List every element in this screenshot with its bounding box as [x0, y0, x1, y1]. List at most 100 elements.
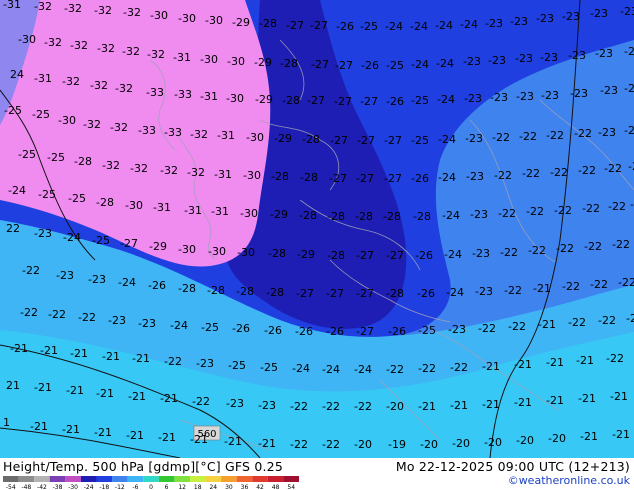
temperature-label: -28: [96, 196, 114, 209]
temperature-label: -23: [510, 15, 528, 28]
temperature-label: -22: [522, 167, 540, 180]
scale-swatch: [236, 476, 253, 482]
temperature-label: -28: [74, 155, 92, 168]
temperature-label: -23: [485, 17, 503, 30]
temperature-label: -30: [237, 246, 255, 259]
temperature-label: -23: [196, 357, 214, 370]
temperature-label: -22: [608, 200, 626, 213]
temperature-label: -22: [290, 438, 308, 451]
temperature-label: -30: [208, 245, 226, 258]
temperature-label: -25: [228, 359, 246, 372]
scale-tick-label: -38: [53, 484, 63, 490]
temperature-label: -26: [386, 95, 404, 108]
temperature-label: -25: [386, 59, 404, 72]
temperature-label: -22: [478, 322, 496, 335]
temperature-label: -30: [243, 169, 261, 182]
temperature-label: -22: [574, 127, 592, 140]
scale-tick-label: -6: [132, 484, 138, 490]
temperature-label: -23: [472, 247, 490, 260]
temperature-label: -22: [164, 355, 182, 368]
temperature-label: -23: [34, 227, 52, 240]
temperature-label: -22: [626, 312, 634, 325]
temperature-label: -22: [192, 395, 210, 408]
temperature-label: -32: [147, 48, 165, 61]
temperature-label: -28: [383, 210, 401, 223]
temperature-label: -27: [326, 287, 344, 300]
temperature-label: -21: [62, 423, 80, 436]
temperature-label: -23: [488, 54, 506, 67]
temperature-label: -24: [411, 58, 429, 71]
credit-link[interactable]: ©weatheronline.co.uk: [508, 474, 630, 487]
temperature-label: -32: [187, 166, 205, 179]
scale-swatch: [127, 476, 144, 482]
temperature-label: -23: [464, 92, 482, 105]
scale-swatch: [205, 476, 222, 482]
temperature-label: -32: [130, 162, 148, 175]
footer-bar: Height/Temp. 500 hPa [gdmp][°C] GFS 0.25…: [0, 458, 634, 490]
temperature-label: -21: [158, 431, 176, 444]
temperature-label: -20: [420, 438, 438, 451]
temperature-label: 1: [3, 416, 10, 429]
temperature-label: -31: [214, 168, 232, 181]
temperature-label: -21: [132, 352, 150, 365]
temperature-label: -31: [184, 204, 202, 217]
temperature-label: -22: [628, 160, 634, 173]
temperature-label: -33: [146, 86, 164, 99]
temperature-label: -22: [494, 169, 512, 182]
temperature-label: -28: [327, 249, 345, 262]
temperature-label: -22: [418, 362, 436, 375]
temperature-label: -21: [538, 318, 556, 331]
temperature-label: -23: [448, 323, 466, 336]
temperature-label: -28: [413, 210, 431, 223]
temperature-label: -30: [240, 207, 258, 220]
temperature-label: -24: [410, 20, 428, 33]
temperature-label: -28: [386, 287, 404, 300]
temperature-label: -22: [618, 276, 634, 289]
temperature-label: -20: [516, 434, 534, 447]
scale-swatch: [3, 476, 19, 482]
temperature-label: -23: [541, 89, 559, 102]
temperature-label: -24: [437, 93, 455, 106]
temperature-label: -27: [356, 249, 374, 262]
temperature-label: -21: [96, 387, 114, 400]
temperature-label: -32: [83, 118, 101, 131]
temperature-label: -23: [568, 49, 586, 62]
temperature-label: -23: [475, 285, 493, 298]
temperature-label: -22: [584, 240, 602, 253]
temperature-label: -26: [326, 325, 344, 338]
temperature-label: -27: [356, 287, 374, 300]
temperature-label: -20: [484, 436, 502, 449]
temperature-label: -22: [322, 400, 340, 413]
temperature-label: -22: [492, 131, 510, 144]
temperature-label: -32: [70, 39, 88, 52]
temperature-label: -26: [411, 172, 429, 185]
temperature-label: -27: [329, 172, 347, 185]
temperature-label: -32: [102, 159, 120, 172]
scale-tick-label: -24: [84, 484, 94, 490]
temperature-label: -24: [446, 286, 464, 299]
temperature-label: -29: [255, 93, 273, 106]
temperature-label: -24: [438, 133, 456, 146]
temperature-label: -28: [282, 94, 300, 107]
temperature-label: -25: [32, 108, 50, 121]
temperature-label: -21: [70, 347, 88, 360]
temperature-label: 21: [6, 379, 20, 392]
temperature-label: -33: [164, 126, 182, 139]
temperature-label: -23: [516, 90, 534, 103]
weather-map: 560 -31 -32 -32 -32 -32 -30 -30 -30 -29 -28 -27 -27…: [0, 0, 634, 458]
scale-swatch: [18, 476, 35, 482]
temperature-label: -22: [630, 198, 634, 211]
temperature-label: -28: [266, 286, 284, 299]
temperature-label: -21: [612, 428, 630, 441]
temperature-label: -31: [173, 51, 191, 64]
temperature-label: -24: [170, 319, 188, 332]
temperature-label: -23: [463, 55, 481, 68]
temperature-label: -21: [482, 398, 500, 411]
temperature-label: -24: [385, 20, 403, 33]
temperature-label: -22: [554, 204, 572, 217]
map-canvas: 560 -31 -32 -32 -32 -32 -30 -30 -30 -29 -28 -27 -27…: [0, 0, 634, 458]
scale-tick-label: 54: [287, 484, 295, 490]
temperature-label: -32: [122, 45, 140, 58]
scale-tick-label: -18: [99, 484, 109, 490]
temperature-label: -27: [330, 134, 348, 147]
